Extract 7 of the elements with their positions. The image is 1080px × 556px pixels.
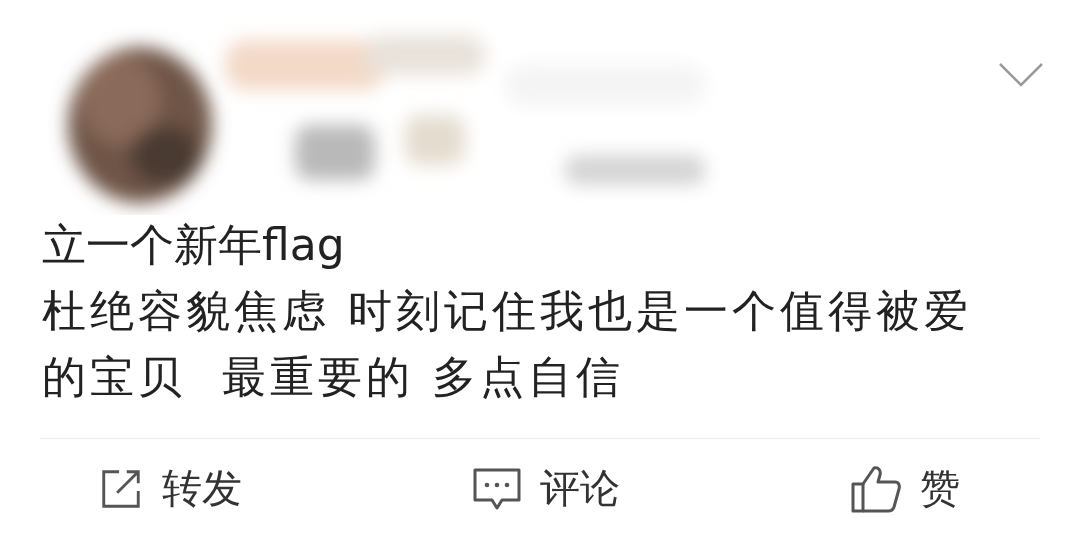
post-text: 杜绝容貌焦虑 时刻记住我也是一个值得被爱的宝贝 最重要的 多点自信 (42, 284, 973, 404)
comment-button[interactable]: 评论 (472, 461, 620, 516)
like-button[interactable]: 赞 (850, 461, 960, 516)
post-title: 立一个新年flag (42, 218, 346, 272)
thumbs-up-icon (850, 463, 902, 514)
share-button[interactable]: 转发 (98, 461, 242, 516)
chevron-down-icon[interactable] (998, 62, 1044, 88)
